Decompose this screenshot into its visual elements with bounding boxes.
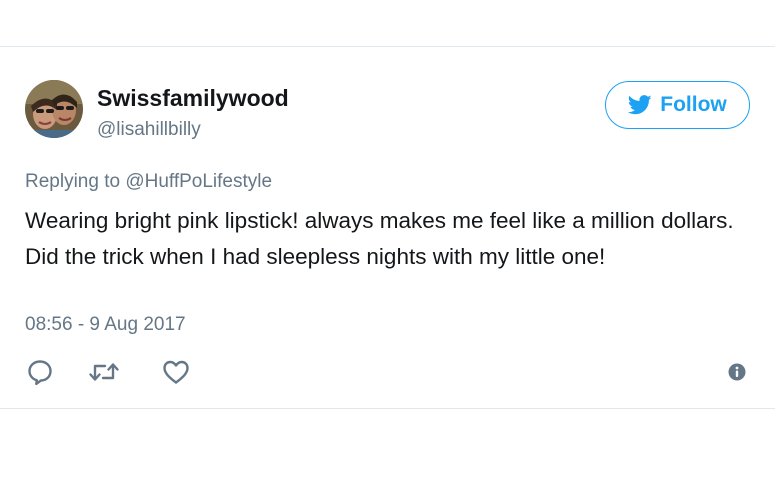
retweet-icon [88,359,120,390]
reply-context[interactable]: Replying to @HuffPoLifestyle [25,171,272,193]
heart-icon [162,359,190,390]
retweet-button[interactable] [89,359,119,389]
tweet-card: Swissfamilywood @lisahillbilly Follow Re… [0,46,775,409]
user-handle[interactable]: @lisahillbilly [97,119,201,141]
timestamp[interactable]: 08:56 - 9 Aug 2017 [25,314,186,336]
avatar-photo [25,80,83,138]
info-button[interactable] [726,363,748,385]
display-name[interactable]: Swissfamilywood [97,85,289,112]
like-button[interactable] [161,359,191,389]
tweet-text: Wearing bright pink lipstick! always mak… [25,208,734,269]
reply-icon [26,358,54,391]
info-icon [728,363,746,386]
twitter-bird-icon [628,95,652,115]
reply-button[interactable] [25,359,55,389]
follow-label: Follow [660,93,727,116]
follow-button[interactable]: Follow [605,81,750,129]
avatar[interactable] [25,80,83,138]
